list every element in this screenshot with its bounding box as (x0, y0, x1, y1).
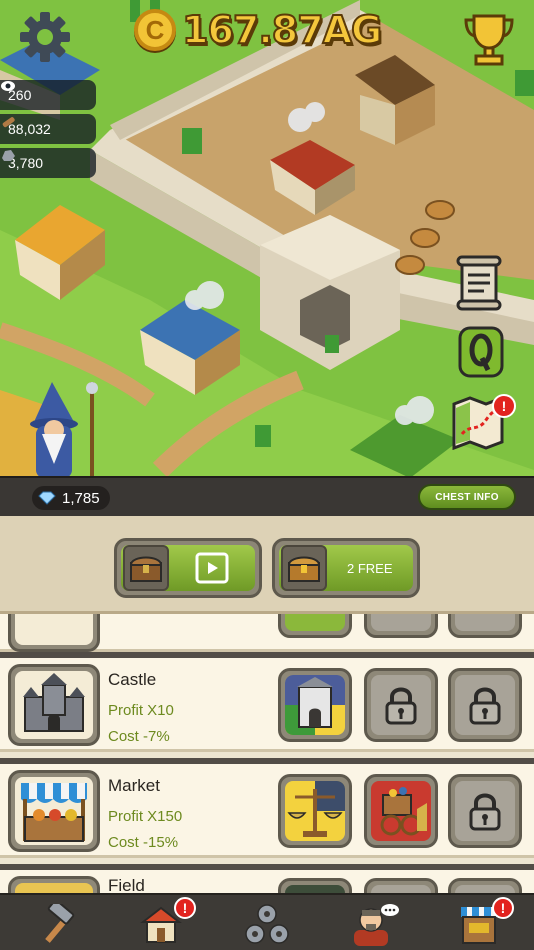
game-scene[interactable]: C 167.87AG 260 88,032 3,780 ! (0, 0, 534, 478)
padlock-icon (385, 687, 417, 725)
castle-hall-card-icon (285, 675, 345, 735)
map-badge: ! (502, 398, 507, 414)
advisor-icon (354, 904, 399, 946)
wizard-advisor-character[interactable] (24, 382, 112, 478)
gems-counter: 1,785 (32, 486, 110, 510)
gears-icon (245, 904, 289, 944)
building-name: Market (108, 776, 160, 795)
nav-buildings-house[interactable]: ! (134, 897, 196, 947)
treasure-cart-card-icon (380, 787, 427, 836)
world-map-icon[interactable]: ! (450, 394, 516, 450)
stone-icon (2, 150, 15, 161)
gold-counter: C 167.87AG (134, 7, 383, 53)
views-stat: 260 (0, 80, 96, 110)
gems-value: 1,785 (62, 489, 100, 507)
upgrade-card-locked[interactable] (448, 774, 522, 848)
upgrade-card-slot[interactable] (364, 878, 438, 894)
list-item-market[interactable]: Market Profit X150 Cost -15% (0, 758, 534, 858)
upgrade-card-locked[interactable] (448, 668, 522, 742)
house-notification-badge: ! (174, 897, 196, 919)
gem-icon (38, 491, 56, 505)
nav-build-hammer[interactable] (30, 901, 84, 947)
padlock-icon (469, 793, 501, 831)
chest-icon (123, 545, 169, 591)
upgrade-card-slot[interactable] (364, 614, 438, 638)
list-item-field[interactable]: Field (0, 864, 534, 894)
upgrade-card-slot[interactable] (278, 614, 352, 638)
gold-coin-icon: C (134, 9, 176, 51)
building-profit: Profit X10 (108, 702, 174, 719)
shop-notification-badge: ! (492, 897, 514, 919)
upgrade-card-treasure-cart[interactable] (364, 774, 438, 848)
upgrade-card-castle-hall[interactable] (278, 668, 352, 742)
settings-gear-icon[interactable] (18, 10, 72, 64)
stone-stat: 3,780 (0, 148, 96, 178)
bottom-navigation: ! ! (0, 893, 534, 950)
watch-video-chest-button[interactable] (114, 538, 262, 598)
trophy-icon[interactable] (462, 10, 516, 68)
free-chest-button[interactable]: 2 FREE (272, 538, 420, 598)
video-ad-icon (169, 552, 255, 584)
wood-log-icon (2, 117, 15, 128)
eye-icon (1, 81, 15, 91)
field-thumbnail (8, 876, 100, 894)
padlock-icon (469, 687, 501, 725)
upgrade-card-slot[interactable] (278, 878, 352, 894)
building-cost: Cost -7% (108, 728, 170, 745)
upgrade-card-slot[interactable] (448, 878, 522, 894)
nav-upgrades-gears[interactable] (240, 901, 294, 947)
building-name: Castle (108, 670, 157, 689)
resource-strip: 1,785 CHEST INFO (0, 476, 534, 516)
scales-card-icon (287, 781, 345, 837)
list-item-castle[interactable]: Castle Profit X10 Cost -7% (0, 652, 534, 752)
nav-shop[interactable]: ! (452, 897, 514, 947)
chest-info-button[interactable]: CHEST INFO (418, 484, 516, 510)
building-cost: Cost -15% (108, 834, 179, 851)
quest-scroll-icon[interactable] (454, 255, 504, 311)
chest-panel: 2 FREE (0, 516, 534, 614)
free-chest-count: 2 FREE (347, 560, 393, 576)
quest-q-icon[interactable] (458, 326, 504, 382)
building-name: Field (108, 876, 145, 894)
market-stall-icon (21, 783, 87, 842)
wood-stat: 88,032 (0, 114, 96, 144)
building-profit: Profit X150 (108, 808, 183, 825)
coin-symbol: C (145, 14, 165, 45)
gold-chest-icon (281, 545, 327, 591)
market-thumbnail (8, 770, 100, 852)
list-item[interactable] (0, 614, 534, 652)
upgrade-card-scales[interactable] (278, 774, 352, 848)
upgrade-card-locked[interactable] (364, 668, 438, 742)
building-list[interactable]: Castle Profit X10 Cost -7% Market Profit… (0, 614, 534, 894)
castle-thumbnail (8, 664, 100, 746)
upgrade-card-slot[interactable] (448, 614, 522, 638)
building-thumbnail (8, 614, 100, 652)
nav-advisor[interactable] (348, 901, 402, 947)
gold-amount: 167.87AG (181, 7, 383, 53)
hammer-icon (45, 904, 75, 943)
castle-building-icon (23, 673, 85, 732)
